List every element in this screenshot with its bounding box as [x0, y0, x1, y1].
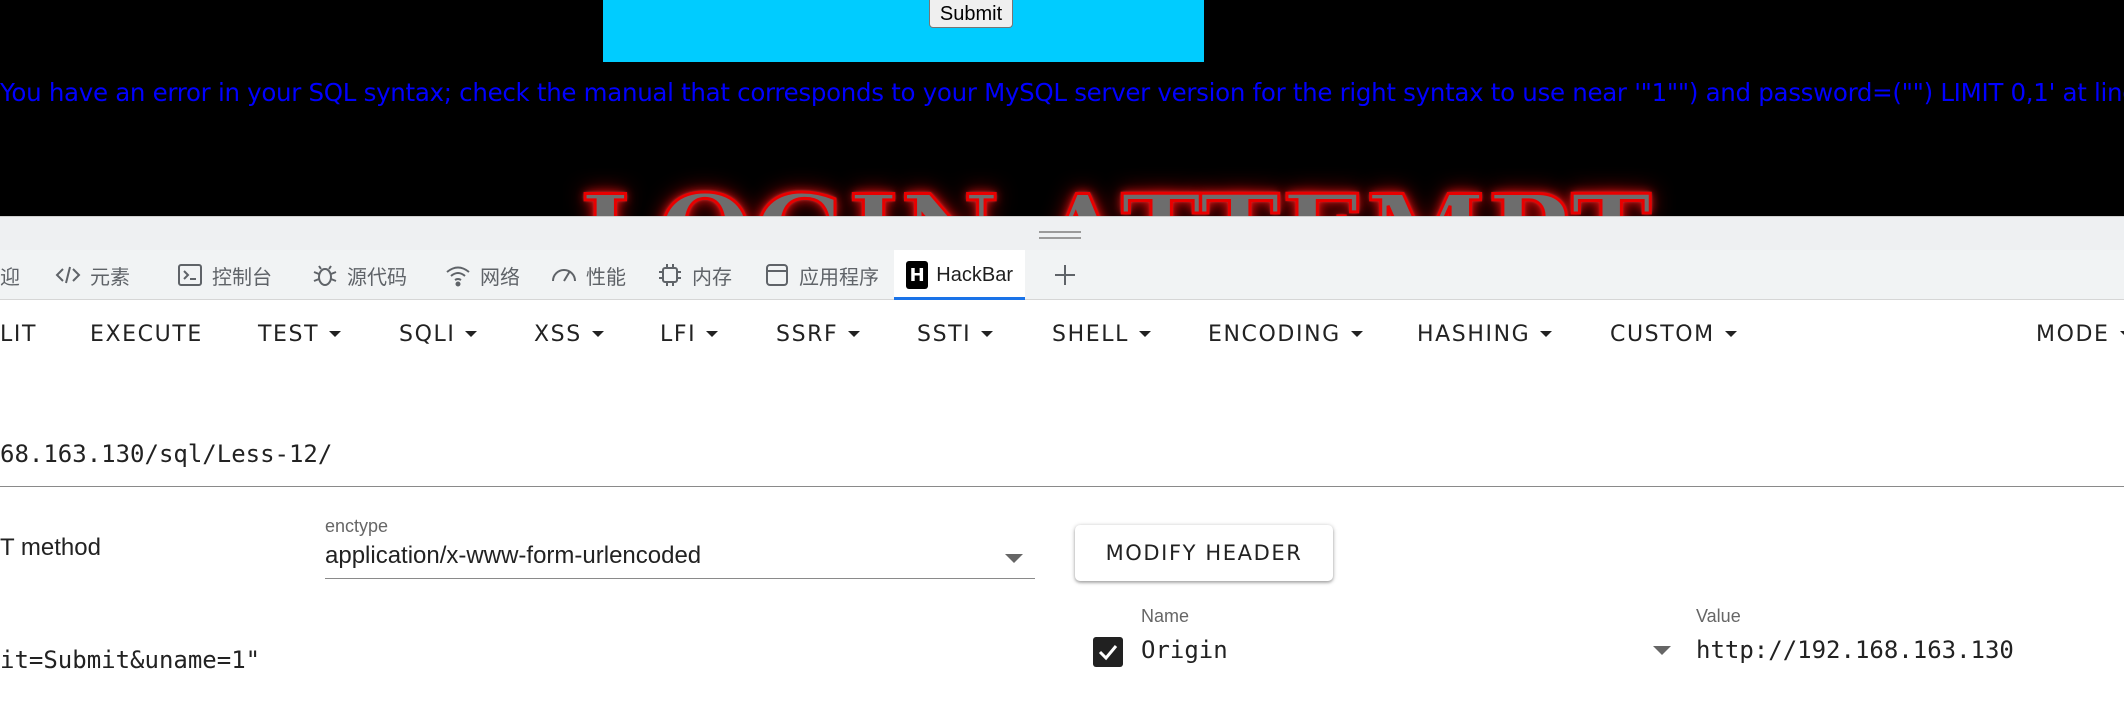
- add-tab-button[interactable]: [1051, 250, 1079, 300]
- tab-label: 性能: [586, 266, 626, 289]
- tab-performance[interactable]: 性能: [550, 250, 626, 300]
- sql-error-message: You have an error in your SQL syntax; ch…: [0, 78, 2124, 107]
- header-value-input[interactable]: Value http://192.168.163.130: [1696, 606, 2124, 710]
- hashing-menu[interactable]: HASHING: [1417, 300, 1553, 368]
- console-icon: [178, 264, 202, 286]
- modify-header-button[interactable]: MODIFY HEADER: [1075, 525, 1333, 581]
- header-value-value: http://192.168.163.130: [1696, 636, 2014, 664]
- tab-hackbar[interactable]: H HackBar: [894, 250, 1025, 300]
- tab-console[interactable]: 控制台: [176, 250, 272, 300]
- tab-label: 元素: [90, 266, 130, 289]
- chevron-down-icon: [981, 331, 994, 337]
- panel-resize-handle[interactable]: [0, 216, 2124, 250]
- devtools-tab-bar: 迎 元素 控制台 源代码 网络 性能 内存 应用程序 H HackBar: [0, 250, 2124, 300]
- tab-network[interactable]: 网络: [444, 250, 520, 300]
- tab-label: 源代码: [347, 266, 407, 289]
- post-body-value: it=Submit&uname=1": [0, 646, 261, 674]
- chevron-down-icon: [465, 331, 478, 337]
- chevron-down-icon: [2119, 331, 2124, 337]
- chevron-down-icon: [1653, 646, 1671, 655]
- enctype-select[interactable]: enctype application/x-www-form-urlencode…: [325, 516, 1035, 579]
- chevron-down-icon: [1005, 554, 1023, 563]
- tab-memory[interactable]: 内存: [656, 250, 732, 300]
- header-value-label: Value: [1696, 606, 1741, 626]
- tab-label: 迎: [0, 266, 20, 289]
- encoding-menu[interactable]: ENCODING: [1208, 300, 1363, 368]
- enctype-value: application/x-www-form-urlencoded: [325, 542, 702, 569]
- lfi-menu[interactable]: LFI: [660, 300, 719, 368]
- tab-sources[interactable]: 源代码: [311, 250, 407, 300]
- grip-line: [1039, 231, 1081, 233]
- sqli-menu[interactable]: SQLI: [399, 300, 478, 368]
- plus-icon: [1055, 265, 1075, 285]
- application-window-icon: [766, 264, 788, 286]
- login-attempt-title: LOGIN ATTEMPT: [578, 171, 1653, 217]
- tab-welcome[interactable]: 迎: [0, 250, 20, 300]
- split-button[interactable]: LIT: [0, 300, 37, 368]
- submit-button[interactable]: Submit: [929, 0, 1013, 28]
- login-form-panel: [603, 0, 1204, 62]
- grip-line: [1039, 237, 1081, 239]
- header-name-value: Origin: [1141, 636, 1228, 664]
- tab-application[interactable]: 应用程序: [763, 250, 879, 300]
- post-method-toggle[interactable]: T method: [0, 534, 101, 562]
- chevron-down-icon: [1138, 331, 1151, 337]
- mode-menu[interactable]: MODE: [2036, 300, 2124, 368]
- performance-gauge-icon: [552, 269, 576, 282]
- header-name-select[interactable]: Name Origin: [1141, 606, 1683, 710]
- chevron-down-icon: [329, 331, 342, 337]
- header-enable-checkbox[interactable]: [1093, 637, 1123, 667]
- url-input[interactable]: 68.163.130/sql/Less-12/: [0, 430, 2124, 487]
- sources-bug-icon: [313, 265, 337, 286]
- tab-label: HackBar: [936, 263, 1013, 286]
- test-menu[interactable]: TEST: [258, 300, 342, 368]
- wifi-icon: [446, 266, 470, 287]
- hackbar-toolbar: LIT EXECUTE TEST SQLI XSS LFI SSRF SSTI …: [0, 300, 2124, 368]
- url-value: 68.163.130/sql/Less-12/: [0, 440, 333, 468]
- tab-label: 网络: [480, 266, 520, 289]
- chevron-down-icon: [848, 331, 861, 337]
- tab-label: 内存: [692, 266, 732, 289]
- post-body-input[interactable]: it=Submit&uname=1": [0, 620, 1035, 710]
- ssti-menu[interactable]: SSTI: [917, 300, 994, 368]
- chevron-down-icon: [1724, 331, 1737, 337]
- chevron-down-icon: [1350, 331, 1363, 337]
- tab-label: 应用程序: [799, 266, 879, 289]
- webpage: Submit You have an error in your SQL syn…: [0, 0, 2124, 216]
- custom-menu[interactable]: CUSTOM: [1610, 300, 1737, 368]
- xss-menu[interactable]: XSS: [534, 300, 604, 368]
- ssrf-menu[interactable]: SSRF: [776, 300, 861, 368]
- hackbar-logo-icon: H: [906, 261, 929, 289]
- devtools-panel: 迎 元素 控制台 源代码 网络 性能 内存 应用程序 H HackBar LIT…: [0, 216, 2124, 710]
- check-icon: [1098, 645, 1118, 661]
- chevron-down-icon: [591, 331, 604, 337]
- tab-elements[interactable]: 元素: [54, 250, 130, 300]
- execute-button[interactable]: EXECUTE: [90, 300, 203, 368]
- chevron-down-icon: [706, 331, 719, 337]
- elements-icon: [55, 266, 81, 284]
- enctype-label: enctype: [325, 516, 389, 536]
- tab-label: 控制台: [212, 266, 272, 289]
- shell-menu[interactable]: SHELL: [1052, 300, 1151, 368]
- header-name-label: Name: [1141, 606, 1190, 626]
- memory-chip-icon: [659, 264, 681, 286]
- chevron-down-icon: [1540, 331, 1553, 337]
